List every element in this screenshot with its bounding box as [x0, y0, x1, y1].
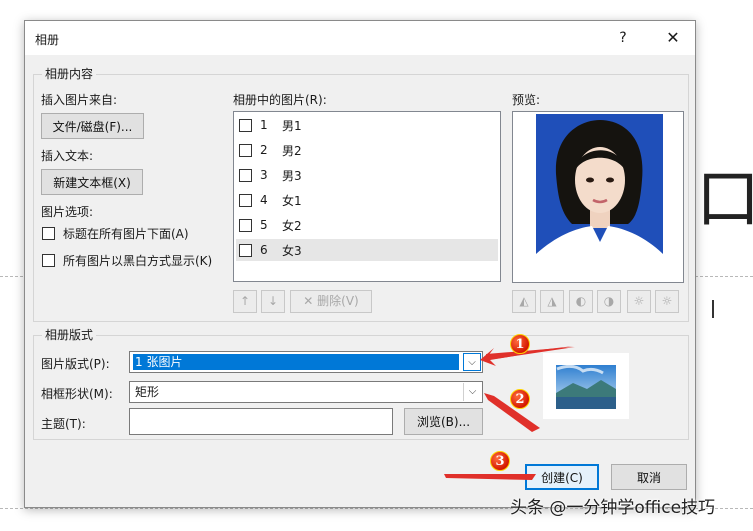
annotation-arrow-3 [444, 474, 536, 480]
watermark: 头条 @一分钟学office技巧 [510, 498, 716, 518]
annotation-arrows [444, 346, 575, 480]
annotation-arrow-1-shaft [486, 347, 575, 360]
annotation-badge-2: 2 [510, 389, 530, 409]
annotation-badge-1: 1 [510, 334, 530, 354]
annotation-badge-3: 3 [490, 451, 510, 471]
